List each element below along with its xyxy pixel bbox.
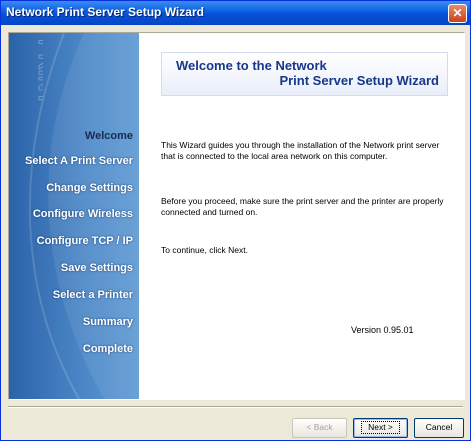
version-label: Version 0.95.01 bbox=[351, 325, 414, 335]
continue-instruction: To continue, click Next. bbox=[161, 245, 248, 255]
cancel-button[interactable]: Cancel bbox=[414, 418, 464, 438]
step-welcome: Welcome bbox=[84, 130, 133, 142]
cancel-button-label: Cancel bbox=[425, 422, 453, 432]
wizard-window: Network Print Server Setup Wizard ✕ PRIN… bbox=[0, 0, 471, 441]
step-complete: Complete bbox=[82, 343, 133, 355]
wizard-panel: PRINT Welcome Select A Print Server Chan… bbox=[8, 32, 465, 400]
banner-line-2: Print Server Setup Wizard bbox=[279, 73, 439, 88]
step-select-printer: Select a Printer bbox=[52, 289, 133, 301]
welcome-banner: Welcome to the Network Print Server Setu… bbox=[161, 52, 448, 96]
step-summary: Summary bbox=[82, 316, 133, 328]
client-area: PRINT Welcome Select A Print Server Chan… bbox=[3, 25, 468, 438]
step-change-settings: Change Settings bbox=[46, 182, 133, 194]
button-separator bbox=[8, 406, 463, 408]
window-title: Network Print Server Setup Wizard bbox=[6, 5, 204, 19]
next-button[interactable]: Next > bbox=[353, 418, 408, 438]
title-bar[interactable]: Network Print Server Setup Wizard ✕ bbox=[1, 1, 470, 25]
step-save-settings: Save Settings bbox=[60, 262, 133, 274]
banner-line-1: Welcome to the Network bbox=[176, 58, 327, 73]
close-button[interactable]: ✕ bbox=[448, 4, 467, 23]
print-watermark: PRINT bbox=[34, 39, 43, 106]
svg-text:PRINT: PRINT bbox=[34, 39, 43, 106]
next-button-label: Next > bbox=[361, 421, 400, 434]
back-button-label: < Back bbox=[306, 422, 333, 432]
steps-sidebar: PRINT Welcome Select A Print Server Chan… bbox=[9, 33, 139, 399]
step-configure-tcp-ip: Configure TCP / IP bbox=[36, 235, 133, 247]
close-icon: ✕ bbox=[452, 6, 463, 20]
intro-paragraph: This Wizard guides you through the insta… bbox=[161, 140, 440, 161]
back-button[interactable]: < Back bbox=[292, 418, 347, 438]
precheck-paragraph: Before you proceed, make sure the print … bbox=[161, 196, 444, 217]
step-configure-wireless: Configure Wireless bbox=[32, 208, 133, 220]
step-select-print-server: Select A Print Server bbox=[24, 155, 133, 167]
